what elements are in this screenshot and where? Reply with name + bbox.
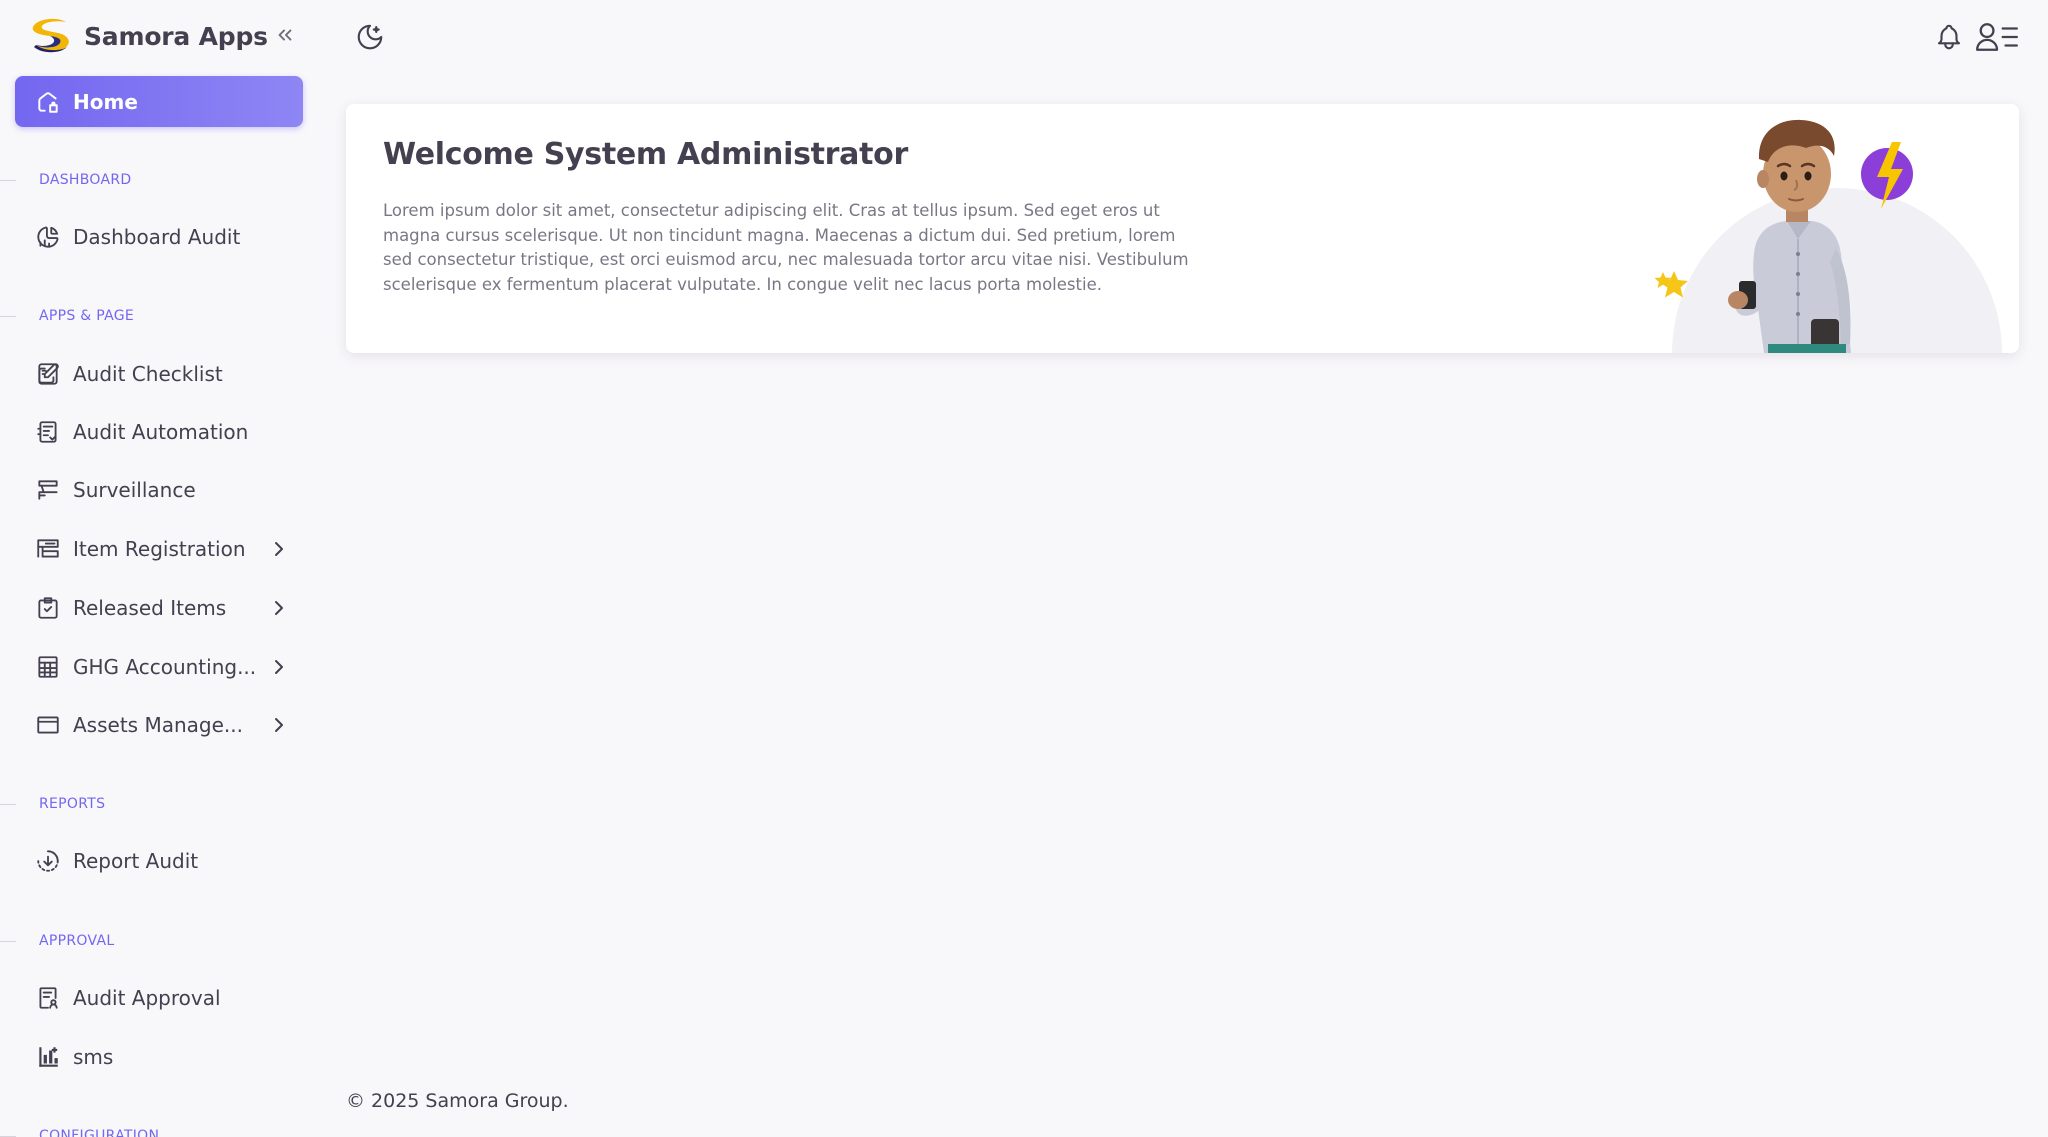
file-settings-icon <box>35 419 61 445</box>
user-menu-button[interactable] <box>1974 20 2020 54</box>
sidebar-item-dashboard-audit[interactable]: Dashboard Audit <box>15 214 303 260</box>
clipboard-check-icon <box>35 595 61 621</box>
checklist-edit-icon <box>35 361 61 387</box>
theme-toggle-button[interactable] <box>355 22 385 52</box>
section-configuration: CONFIGURATION <box>0 1125 159 1137</box>
welcome-title: Welcome System Administrator <box>383 137 908 172</box>
welcome-card: Welcome System Administrator Lorem ipsum… <box>346 104 2019 353</box>
sidebar-item-label: Assets Manage... <box>73 713 243 737</box>
welcome-description: Lorem ipsum dolor sit amet, consectetur … <box>383 201 1189 294</box>
section-dashboard: DASHBOARD <box>0 169 131 191</box>
section-reports: REPORTS <box>0 793 105 815</box>
chevrons-left-icon <box>278 29 292 41</box>
chevron-right-icon <box>275 718 283 732</box>
welcome-user-name: System Administrator <box>543 137 909 172</box>
sidebar-item-label: Home <box>73 89 138 114</box>
sidebar-item-label: Released Items <box>73 596 227 620</box>
section-divider <box>0 803 16 805</box>
sidebar-item-sms[interactable]: sms <box>15 1034 303 1080</box>
section-divider <box>0 940 16 942</box>
section-title: DASHBOARD <box>39 172 132 188</box>
sidebar-item-label: Audit Checklist <box>73 362 223 386</box>
user-menu-icon <box>1976 23 2018 51</box>
cctv-camera-icon <box>35 477 61 503</box>
sidebar-item-released-items[interactable]: Released Items <box>15 585 303 631</box>
section-title: CONFIGURATION <box>39 1128 160 1137</box>
browser-window-icon <box>35 712 61 738</box>
sidebar-item-audit-checklist[interactable]: Audit Checklist <box>15 351 303 397</box>
bell-icon <box>1937 24 1961 50</box>
smart-home-icon <box>38 91 58 113</box>
brand-name: Samora Apps <box>84 21 268 51</box>
moon-stars-icon <box>357 24 383 50</box>
chevron-right-icon <box>275 542 283 556</box>
section-divider <box>0 1135 16 1137</box>
section-approval: APPROVAL <box>0 930 114 952</box>
sidebar-item-label: GHG Accounting... <box>73 655 257 679</box>
sidebar-item-label: Audit Approval <box>73 986 221 1010</box>
chart-bar-icon <box>35 1044 61 1070</box>
footer-copyright: © 2025 Samora Group. <box>346 1090 569 1112</box>
welcome-prefix: Welcome <box>383 137 544 172</box>
circle-arrow-down-icon <box>35 848 61 874</box>
file-user-icon <box>35 985 61 1011</box>
calculator-icon <box>35 654 61 680</box>
character-illustration <box>1654 119 2002 353</box>
sidebar-item-ghg-accounting[interactable]: GHG Accounting... <box>15 644 303 690</box>
sidebar-item-home[interactable]: Home <box>15 76 303 127</box>
brand[interactable]: Samora Apps <box>28 16 268 56</box>
sidebar: Samora Apps Home DASHBOARD Dashboard Aud… <box>0 0 320 1137</box>
sidebar-item-audit-approval[interactable]: Audit Approval <box>15 975 303 1021</box>
chevron-right-icon <box>275 660 283 674</box>
sidebar-item-label: Dashboard Audit <box>73 225 241 249</box>
chart-pie-icon <box>35 224 61 250</box>
sidebar-item-label: Item Registration <box>73 537 246 561</box>
sidebar-item-surveillance[interactable]: Surveillance <box>15 467 303 513</box>
section-title: APPROVAL <box>39 933 115 949</box>
section-divider <box>0 179 16 181</box>
sidebar-item-audit-automation[interactable]: Audit Automation <box>15 409 303 455</box>
collapse-sidebar-button[interactable] <box>270 20 300 50</box>
sidebar-item-label: sms <box>73 1045 114 1069</box>
sidebar-item-label: Audit Automation <box>73 420 249 444</box>
sidebar-item-assets-management[interactable]: Assets Manage... <box>15 702 303 748</box>
chevron-right-icon <box>275 601 283 615</box>
server-list-icon <box>35 536 61 562</box>
sidebar-item-report-audit[interactable]: Report Audit <box>15 838 303 884</box>
section-apps-page: APPS & PAGE <box>0 305 134 327</box>
section-title: APPS & PAGE <box>39 308 135 324</box>
sidebar-item-label: Surveillance <box>73 478 196 502</box>
sidebar-item-label: Report Audit <box>73 849 199 873</box>
sidebar-item-item-registration[interactable]: Item Registration <box>15 526 303 572</box>
section-title: REPORTS <box>39 796 106 812</box>
samora-logo-icon <box>32 18 69 53</box>
section-divider <box>0 315 16 317</box>
notifications-button[interactable] <box>1934 22 1964 52</box>
